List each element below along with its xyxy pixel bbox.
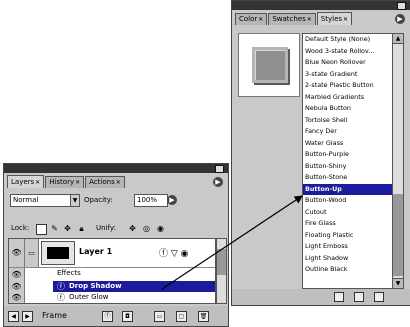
opacity-field[interactable]: 100% [134,194,168,207]
tab-actions[interactable]: Actions✕ [85,176,125,188]
styles-palette-tabs: Color✕ Swatches✕ Styles✕ [235,12,353,25]
effect-label: Outer Glow [69,293,109,301]
style-item[interactable]: Tortoise Shell [303,115,392,127]
layer-row[interactable]: 👁︎ ▭ Layer 1 ⓕ ▽ ◉ [9,239,215,268]
new-layer-set-icon[interactable]: ▭ [154,311,165,322]
layers-palette-titlebar[interactable] [4,164,228,173]
style-item[interactable]: Outline Black [303,264,392,276]
tab-close-icon[interactable]: ✕ [343,16,348,23]
styles-footer [232,289,410,305]
unify-position-icon[interactable]: ✥ [128,224,137,233]
tab-close-icon[interactable]: ✕ [75,179,80,186]
style-preview [238,33,300,97]
brush-icon[interactable]: ▭ [25,239,39,267]
effect-icon: ⓕ [57,282,65,291]
layers-footer: ◀ ▶ Frame ⓕ ◘ ▭ ▢ 🗑︎ [4,306,228,326]
chevron-down-icon: ▼ [70,195,79,206]
styles-palette: Color✕ Swatches✕ Styles✕ ▶ Default Style… [231,0,410,306]
opacity-label: Opacity: [84,196,113,204]
layer-name: Layer 1 [79,247,113,256]
layers-list[interactable]: 👁︎ ▭ Layer 1 ⓕ ▽ ◉ 👁︎ Effects 👁︎ ⓕ Drop … [8,238,216,304]
brush-lock-icon[interactable]: ✎ [50,224,59,233]
style-item[interactable]: Light Emboss [303,241,392,253]
layer-thumbnail [41,241,75,265]
effect-row-selected[interactable]: 👁︎ ⓕ Drop Shadow [9,281,215,292]
unify-label: Unify: [96,224,116,232]
tab-history[interactable]: History✕ [45,176,85,188]
style-item[interactable]: 3-state Gradient [303,69,392,81]
effect-label: Drop Shadow [69,282,122,290]
unify-visibility-icon[interactable]: ◎ [142,224,151,233]
palette-menu-arrow-icon[interactable]: ▶ [213,177,223,187]
layers-palette: Layers✕ History✕ Actions✕ ▶ Normal ▼ Opa… [3,163,229,327]
move-lock-icon[interactable]: ✥ [63,224,72,233]
new-layer-icon[interactable]: ▢ [176,311,187,322]
tab-styles[interactable]: Styles✕ [316,12,353,25]
close-icon[interactable] [397,2,406,10]
styles-palette-titlebar[interactable] [232,1,410,10]
eye-icon[interactable]: 👁︎ [9,239,25,267]
style-item[interactable]: Default Style (None) [303,34,392,46]
new-style-icon[interactable] [354,292,364,302]
style-item[interactable]: Button-Shiny [303,161,392,173]
mask-icon[interactable]: ◘ [122,311,133,322]
eye-icon[interactable]: 👁︎ [9,281,25,292]
layer-effects-icon[interactable]: ⓕ ▽ ◉ [159,246,189,259]
style-item[interactable]: Water Glass [303,138,392,150]
tab-swatches[interactable]: Swatches✕ [268,13,316,25]
scroll-thumb[interactable] [393,194,403,276]
unify-style-icon[interactable]: ◉ [156,224,165,233]
style-item[interactable]: Floating Plastic [303,230,392,242]
style-item[interactable]: Blue Neon Rollover [303,57,392,69]
scroll-up-icon[interactable]: ▲ [393,34,403,44]
close-icon[interactable] [215,165,224,173]
layers-scrollbar[interactable] [216,238,227,304]
scroll-thumb[interactable] [217,249,226,275]
tab-close-icon[interactable]: ✕ [35,179,40,186]
style-item[interactable]: Fancy Der [303,126,392,138]
tab-close-icon[interactable]: ✕ [258,16,263,23]
style-preview-swatch [252,47,288,83]
style-item[interactable]: Fire Glass [303,218,392,230]
effects-row[interactable]: 👁︎ Effects [9,268,215,281]
style-item[interactable]: Cutout [303,207,392,219]
style-item[interactable]: Button-Stone [303,172,392,184]
scroll-left-icon[interactable]: ◀ [8,311,19,322]
lock-transparency-icon[interactable] [36,224,47,235]
effects-label: Effects [57,269,81,277]
tab-close-icon[interactable]: ✕ [116,179,121,186]
lock-label: Lock: [11,224,30,232]
style-item[interactable]: Button-Wood [303,195,392,207]
style-item-selected[interactable]: Button-Up [303,183,392,195]
tab-color[interactable]: Color✕ [235,13,268,25]
style-item[interactable]: Nebula Button [303,103,392,115]
tab-close-icon[interactable]: ✕ [307,16,312,23]
style-item[interactable]: Button-Purple [303,149,392,161]
palette-menu-arrow-icon[interactable]: ▶ [395,14,405,24]
styles-list[interactable]: Default Style (None) Wood 3-state Rollov… [302,33,393,289]
lock-icon[interactable]: 🔒︎ [77,224,86,233]
style-item[interactable]: Light Shadow [303,253,392,265]
scroll-down-icon[interactable]: ▼ [393,278,403,288]
frames-label: Frame [42,311,67,320]
clear-style-icon[interactable] [334,292,344,302]
opacity-slider-arrow-icon[interactable]: ▶ [167,195,177,205]
effect-row[interactable]: 👁︎ ⓕ Outer Glow [9,292,215,303]
style-item[interactable]: 2-state Plastic Button [303,80,392,92]
tab-layers[interactable]: Layers✕ [7,175,45,188]
style-item[interactable]: Wood 3-state Rollov... [303,46,392,58]
trash-icon[interactable] [374,292,384,302]
blend-mode-select[interactable]: Normal ▼ [10,194,80,207]
layers-palette-tabs: Layers✕ History✕ Actions✕ [7,175,126,188]
layer-effects-icon[interactable]: ⓕ [102,311,113,322]
scroll-right-icon[interactable]: ▶ [22,311,33,322]
styles-scrollbar[interactable]: ▲ ▼ [392,33,404,289]
effect-icon: ⓕ [57,293,65,302]
trash-icon[interactable]: 🗑︎ [198,311,209,322]
style-item[interactable]: Marbled Gradients [303,92,392,104]
eye-icon[interactable]: 👁︎ [9,268,25,281]
eye-icon[interactable]: 👁︎ [9,292,25,303]
